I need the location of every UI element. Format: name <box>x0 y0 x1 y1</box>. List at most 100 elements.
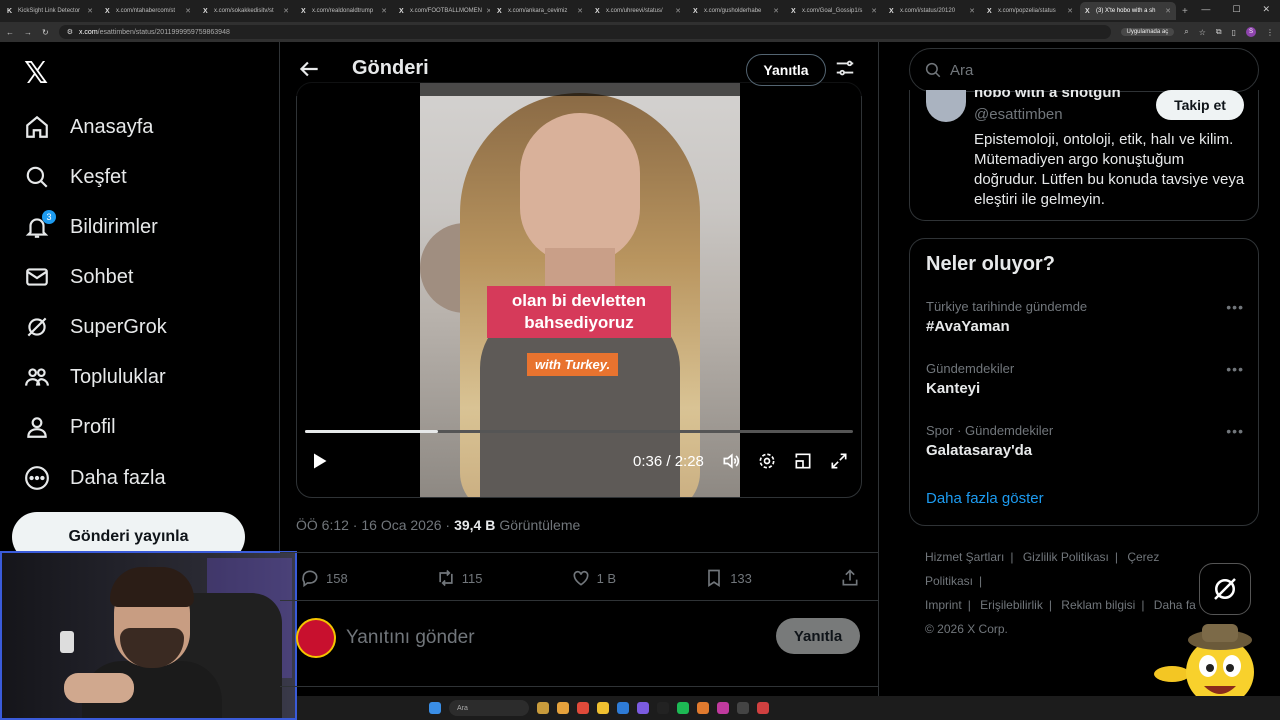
nav-item-notifications[interactable]: 3 Bildirimler <box>24 210 158 242</box>
footer-link[interactable]: Gizlilik Politikası <box>1023 550 1109 564</box>
site-info-icon[interactable]: ⚙ <box>67 28 73 36</box>
reply-action[interactable]: 158 <box>300 568 348 588</box>
author-name[interactable]: hobo with a shotgun <box>974 90 1121 101</box>
nav-item-communities[interactable]: Topluluklar <box>24 362 166 392</box>
bookmark-action[interactable]: 133 <box>704 568 752 588</box>
close-tab-icon[interactable]: ✕ <box>185 7 191 15</box>
x-logo-icon[interactable]: 𝕏 <box>24 56 48 91</box>
author-handle[interactable]: @esattimben <box>974 106 1063 123</box>
close-tab-icon[interactable]: ✕ <box>969 7 975 15</box>
edge-icon[interactable] <box>617 702 629 714</box>
close-tab-icon[interactable]: ✕ <box>381 7 387 15</box>
taskbar-app-icon[interactable] <box>657 702 669 714</box>
repost-action[interactable]: 115 <box>436 568 483 588</box>
file-explorer-icon[interactable] <box>557 702 569 714</box>
browser-tab[interactable]: Xx.com/Goal_Gossip1/s ✕ <box>786 2 882 20</box>
share-action[interactable] <box>840 568 860 588</box>
taskbar-app-icon[interactable] <box>537 702 549 714</box>
browser-tab[interactable]: Xx.com/ntahabercom/st ✕ <box>100 2 196 20</box>
more-options-icon[interactable]: ••• <box>1226 423 1244 439</box>
browser-tab[interactable]: Xx.com/i/status/20120 ✕ <box>884 2 980 20</box>
obs-icon[interactable] <box>737 702 749 714</box>
close-tab-icon[interactable]: ✕ <box>1165 7 1171 15</box>
user-avatar[interactable] <box>296 618 336 658</box>
browser-menu-icon[interactable]: ⋮ <box>1266 28 1274 37</box>
browser-tab-active[interactable]: X (3) X'te hobo with a sh ✕ <box>1080 2 1176 20</box>
new-tab-icon[interactable]: + <box>1182 6 1188 17</box>
nav-item-explore[interactable]: Keşfet <box>24 162 127 192</box>
taskbar-app-icon[interactable] <box>697 702 709 714</box>
close-tab-icon[interactable]: ✕ <box>283 7 289 15</box>
video-player[interactable]: olan bi devletten bahsediyoruz with Turk… <box>296 82 862 498</box>
bookmark-star-icon[interactable]: ☆ <box>1199 28 1206 37</box>
more-options-icon[interactable]: ••• <box>1226 299 1244 315</box>
close-tab-icon[interactable]: ✕ <box>773 7 779 15</box>
author-avatar[interactable] <box>926 90 966 122</box>
minimize-icon[interactable]: — <box>1201 4 1210 15</box>
windows-start-icon[interactable] <box>429 702 441 714</box>
sliders-icon[interactable] <box>834 57 856 79</box>
close-tab-icon[interactable]: ✕ <box>577 7 583 15</box>
spotify-icon[interactable] <box>677 702 689 714</box>
open-in-app-pill[interactable]: Uygulamada aç <box>1120 28 1175 36</box>
sidebar-icon[interactable]: ▯ <box>1232 28 1236 37</box>
footer-link[interactable]: Imprint <box>925 598 962 612</box>
video-progress-bar[interactable] <box>305 430 853 433</box>
search-input[interactable]: Ara <box>909 48 1259 92</box>
browser-tab[interactable]: Xx.com/sokakkedisitv/st ✕ <box>198 2 294 20</box>
play-icon[interactable] <box>309 451 329 471</box>
browser-tab[interactable]: Xx.com/uhreevi/status/✕ <box>590 2 686 20</box>
reply-submit-button[interactable]: Yanıtla <box>776 618 860 654</box>
chrome-icon[interactable] <box>577 702 589 714</box>
discord-icon[interactable] <box>637 702 649 714</box>
zoom-icon[interactable]: ⌕ <box>1184 27 1188 37</box>
footer-link[interactable]: Erişilebilirlik <box>980 598 1043 612</box>
taskbar-app-icon[interactable] <box>717 702 729 714</box>
nav-item-supergrok[interactable]: SuperGrok <box>24 312 167 342</box>
back-icon[interactable]: ← <box>6 28 14 37</box>
like-action[interactable]: 1 B <box>571 568 616 588</box>
close-tab-icon[interactable]: ✕ <box>87 7 93 15</box>
nav-item-home[interactable]: Anasayfa <box>24 112 153 142</box>
nav-item-more[interactable]: Daha fazla <box>24 463 166 493</box>
close-tab-icon[interactable]: ✕ <box>675 7 681 15</box>
trend-item[interactable]: Gündemdekiler Kanteyi ••• <box>926 361 1244 397</box>
fullscreen-icon[interactable] <box>829 451 849 471</box>
trend-item[interactable]: Spor · Gündemdekiler Galatasaray'da ••• <box>926 423 1244 459</box>
taskbar-search[interactable]: Ara <box>449 700 529 716</box>
maximize-icon[interactable]: ☐ <box>1232 4 1240 15</box>
browser-tab[interactable]: Xx.com/FOOTBALLMOMEN ✕ <box>394 2 490 20</box>
back-arrow-icon[interactable] <box>296 56 322 82</box>
browser-tab[interactable]: K KickSight Link Detector ✕ <box>2 2 98 20</box>
browser-tab[interactable]: Xx.com/ankara_cevimiz ✕ <box>492 2 588 20</box>
more-options-icon[interactable]: ••• <box>1226 361 1244 377</box>
reply-button-header[interactable]: Yanıtla <box>746 54 826 86</box>
reply-input[interactable]: Yanıtını gönder <box>346 627 475 649</box>
picture-in-picture-icon[interactable] <box>793 451 813 471</box>
taskbar-app-icon[interactable] <box>597 702 609 714</box>
url-field[interactable]: ⚙ x.com/esattimben/status/20119999597598… <box>58 25 1111 39</box>
follow-button[interactable]: Takip et <box>1156 90 1244 120</box>
close-tab-icon[interactable]: ✕ <box>871 7 877 15</box>
close-window-icon[interactable]: ✕ <box>1262 4 1270 15</box>
footer-link[interactable]: Reklam bilgisi <box>1061 598 1135 612</box>
nav-item-profile[interactable]: Profil <box>24 412 116 442</box>
settings-gear-icon[interactable] <box>757 451 777 471</box>
close-tab-icon[interactable]: ✕ <box>1067 7 1073 15</box>
reload-icon[interactable]: ↻ <box>42 28 49 37</box>
browser-tab[interactable]: Xx.com/realdonaldtrump ✕ <box>296 2 392 20</box>
browser-profile-avatar[interactable]: S <box>1246 27 1256 37</box>
extensions-icon[interactable]: ⧉ <box>1216 27 1222 37</box>
browser-tab[interactable]: Xx.com/gusholderhabe ✕ <box>688 2 784 20</box>
nav-item-messages[interactable]: Sohbet <box>24 262 133 292</box>
grok-fab-button[interactable] <box>1199 563 1251 615</box>
close-tab-icon[interactable]: ✕ <box>486 7 490 15</box>
forward-icon[interactable]: → <box>24 28 32 37</box>
post-timestamp[interactable]: ÖÖ 6:12 · 16 Oca 2026 · <box>296 517 450 533</box>
taskbar-app-icon[interactable] <box>757 702 769 714</box>
trend-item[interactable]: Türkiye tarihinde gündemde #AvaYaman ••• <box>926 299 1244 335</box>
footer-link[interactable]: Hizmet Şartları <box>925 550 1004 564</box>
show-more-link[interactable]: Daha fazla göster <box>926 490 1044 507</box>
footer-link[interactable]: Daha fa <box>1154 598 1196 612</box>
volume-icon[interactable] <box>721 451 741 471</box>
